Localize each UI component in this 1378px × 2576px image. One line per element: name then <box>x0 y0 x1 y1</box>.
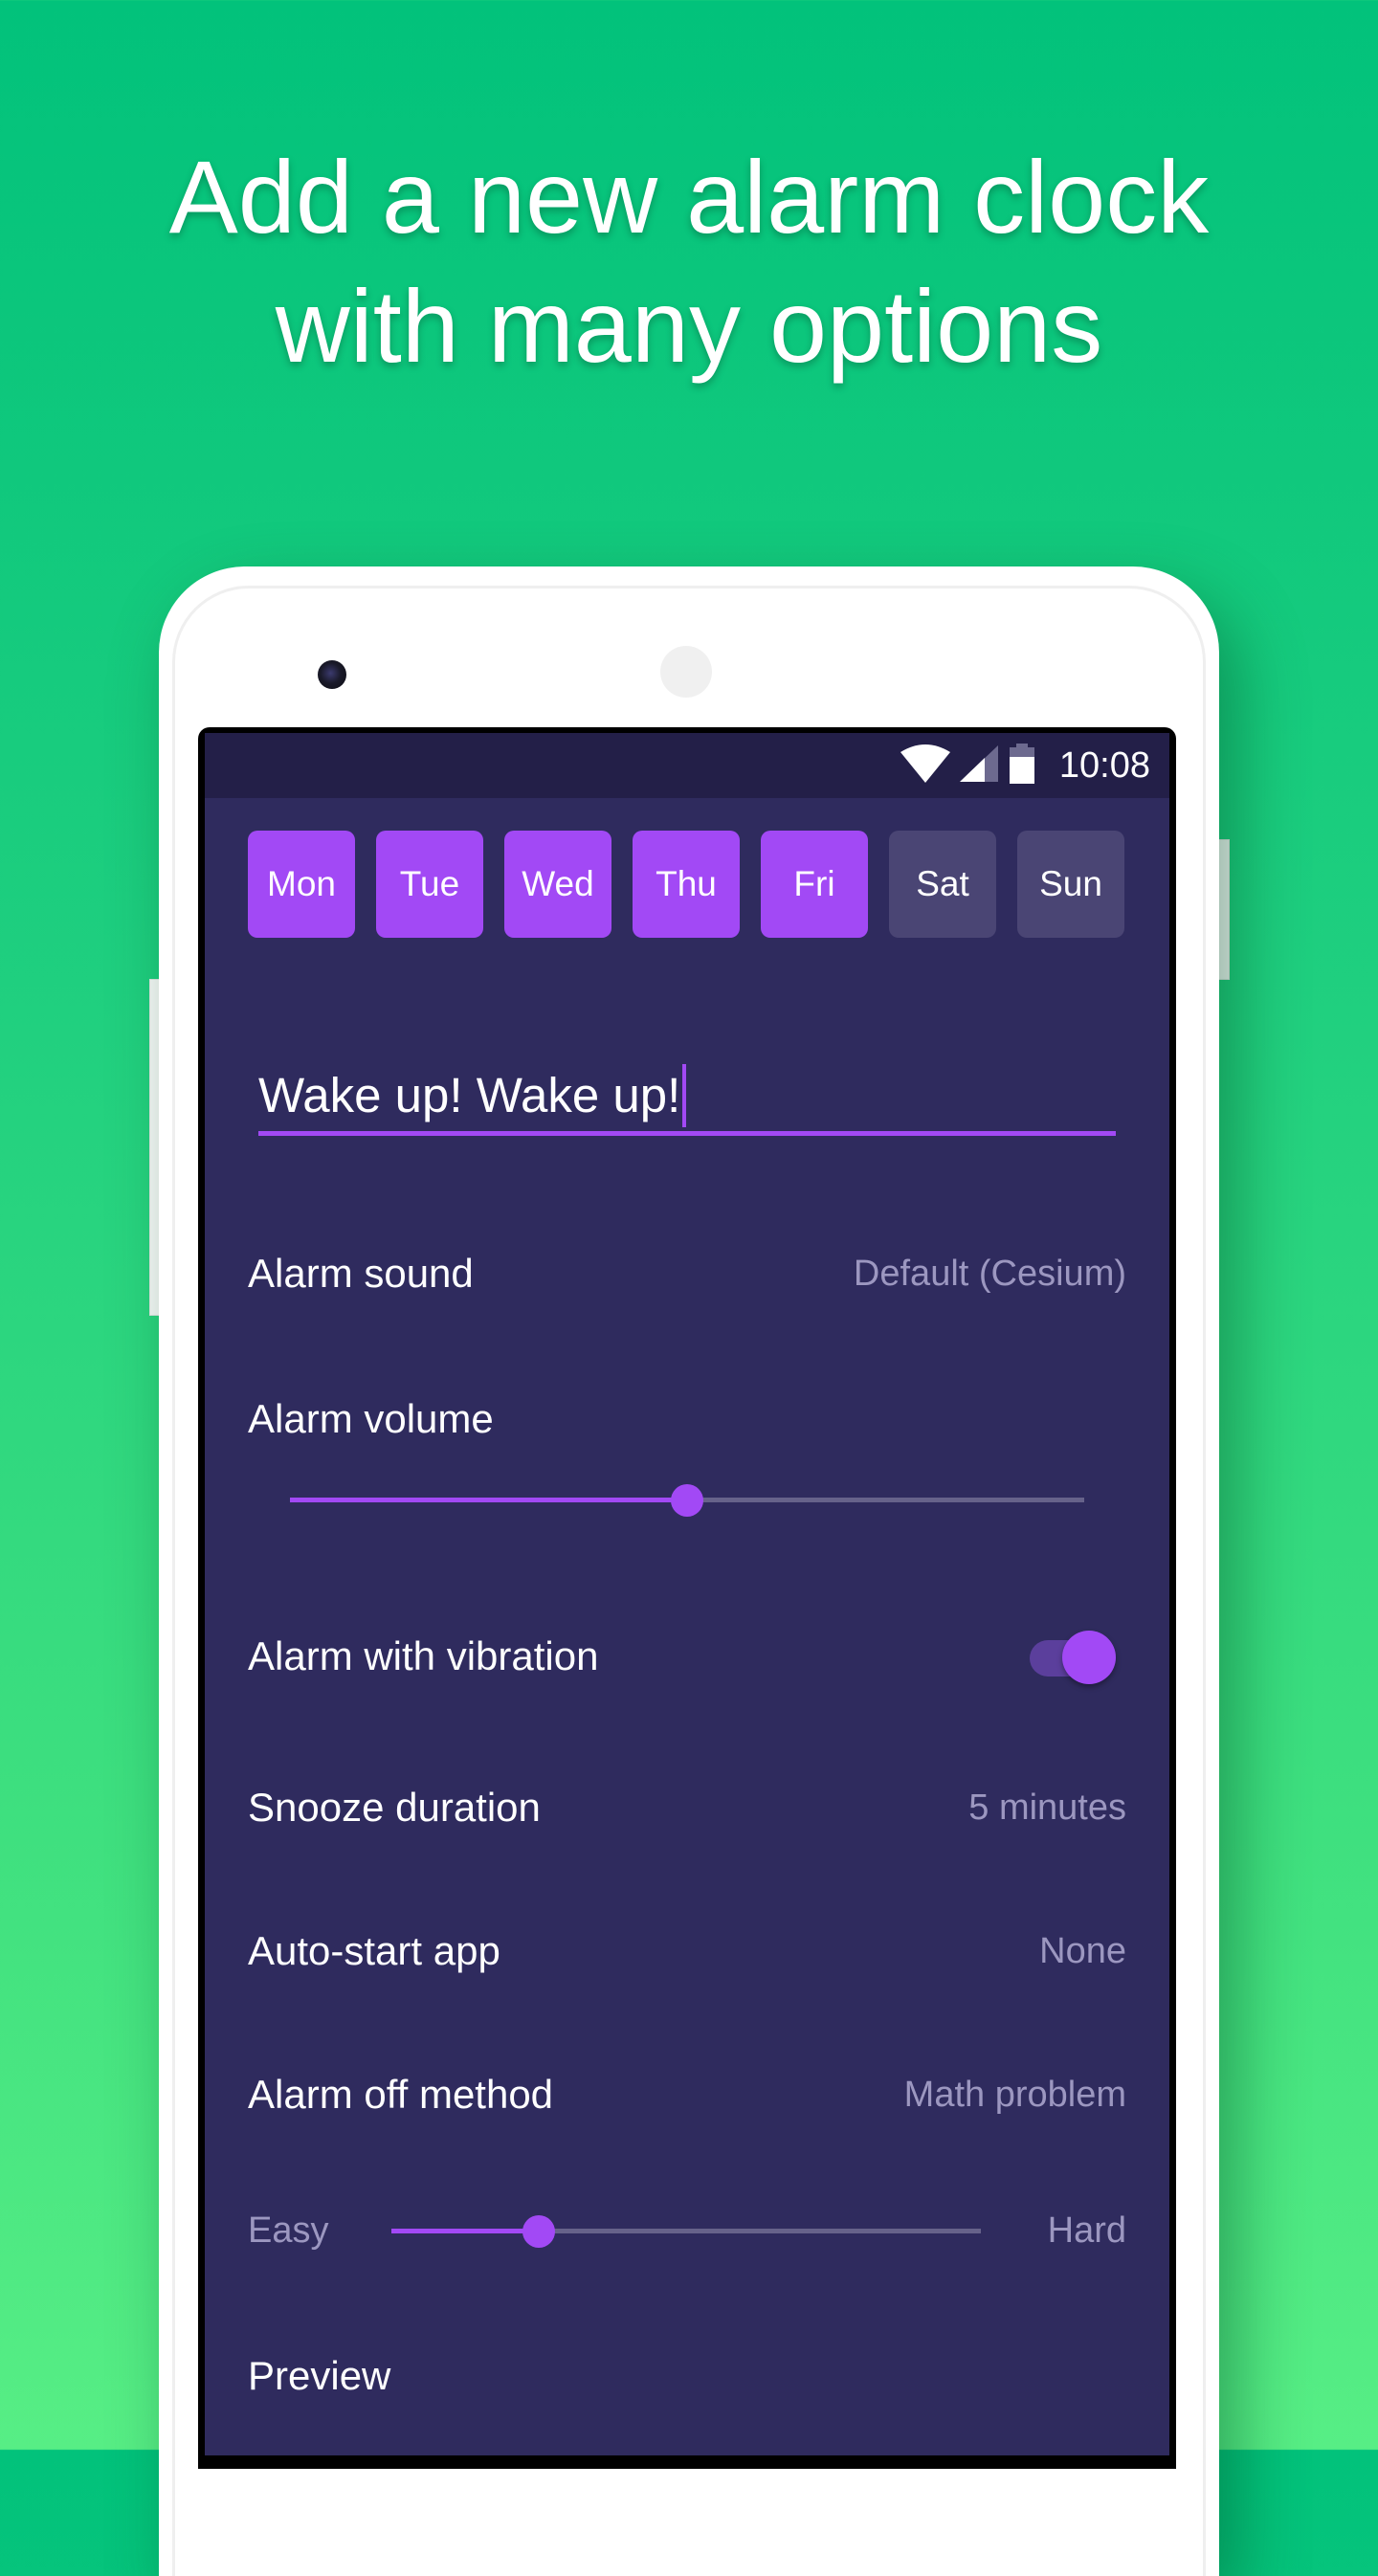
alarm-off-method-value: Math problem <box>903 2074 1126 2115</box>
difficulty-max-label: Hard <box>1047 2210 1126 2251</box>
day-label: Mon <box>267 864 336 903</box>
headline-line-2: with many options <box>275 268 1103 384</box>
toggle-thumb <box>1062 1631 1116 1684</box>
preview-label: Preview <box>248 2353 391 2398</box>
auto-start-app-label: Auto-start app <box>248 1928 500 1973</box>
day-toggle-mon[interactable]: Mon <box>248 831 355 938</box>
day-toggle-wed[interactable]: Wed <box>504 831 611 938</box>
headline: Add a new alarm clock with many options <box>0 132 1378 390</box>
slider-thumb[interactable] <box>671 1484 703 1517</box>
vibration-label: Alarm with vibration <box>248 1633 599 1678</box>
day-label: Fri <box>793 864 835 903</box>
slider-fill <box>391 2229 539 2233</box>
day-label: Wed <box>522 864 594 903</box>
preview-row[interactable]: Preview <box>248 2343 1126 2409</box>
alarm-name-input[interactable]: Wake up! Wake up! <box>258 1055 1116 1136</box>
vibration-toggle[interactable] <box>1030 1629 1125 1686</box>
day-label: Thu <box>656 864 717 903</box>
day-toggle-tue[interactable]: Tue <box>376 831 483 938</box>
alarm-off-method-label: Alarm off method <box>248 2072 554 2117</box>
vibration-row[interactable]: Alarm with vibration <box>248 1623 1013 1690</box>
day-label: Tue <box>399 864 460 903</box>
day-label: Sat <box>916 864 969 903</box>
day-label: Sun <box>1039 864 1102 903</box>
status-icons: 10:08 <box>900 733 1150 798</box>
day-toggle-fri[interactable]: Fri <box>761 831 868 938</box>
cellular-signal-icon <box>959 744 998 787</box>
text-cursor <box>682 1064 687 1127</box>
front-camera-icon <box>318 660 346 689</box>
auto-start-app-row[interactable]: Auto-start app None <box>248 1918 1126 1985</box>
day-toggle-thu[interactable]: Thu <box>633 831 740 938</box>
status-time: 10:08 <box>1058 744 1150 786</box>
app-screen: 10:08 Mon Tue Wed Thu Fri Sat Sun Wake u… <box>205 733 1169 2455</box>
day-toggle-sun[interactable]: Sun <box>1017 831 1124 938</box>
difficulty-slider[interactable] <box>391 2211 981 2250</box>
phone-sensor <box>660 646 712 698</box>
wifi-icon <box>900 744 950 788</box>
alarm-volume-row: Alarm volume <box>248 1386 1126 1453</box>
status-bar: 10:08 <box>205 733 1169 798</box>
alarm-volume-slider[interactable] <box>290 1480 1084 1519</box>
headline-line-1: Add a new alarm clock <box>168 139 1210 255</box>
alarm-name-value: Wake up! Wake up! <box>258 1068 681 1122</box>
alarm-sound-label: Alarm sound <box>248 1251 474 1296</box>
snooze-duration-row[interactable]: Snooze duration 5 minutes <box>248 1774 1126 1841</box>
alarm-sound-row[interactable]: Alarm sound Default (Cesium) <box>248 1240 1126 1307</box>
difficulty-min-label: Easy <box>248 2210 329 2251</box>
battery-icon <box>1008 743 1036 788</box>
snooze-duration-value: 5 minutes <box>968 1787 1126 1828</box>
slider-fill <box>290 1498 687 1502</box>
weekday-selector: Mon Tue Wed Thu Fri Sat Sun <box>248 831 1124 938</box>
alarm-name-text: Wake up! Wake up! <box>258 1064 687 1127</box>
snooze-duration-label: Snooze duration <box>248 1785 541 1830</box>
alarm-volume-label: Alarm volume <box>248 1396 494 1441</box>
slider-thumb[interactable] <box>522 2215 555 2248</box>
day-toggle-sat[interactable]: Sat <box>889 831 996 938</box>
auto-start-app-value: None <box>1039 1930 1126 1971</box>
alarm-sound-value: Default (Cesium) <box>853 1253 1126 1294</box>
alarm-off-method-row[interactable]: Alarm off method Math problem <box>248 2061 1126 2128</box>
